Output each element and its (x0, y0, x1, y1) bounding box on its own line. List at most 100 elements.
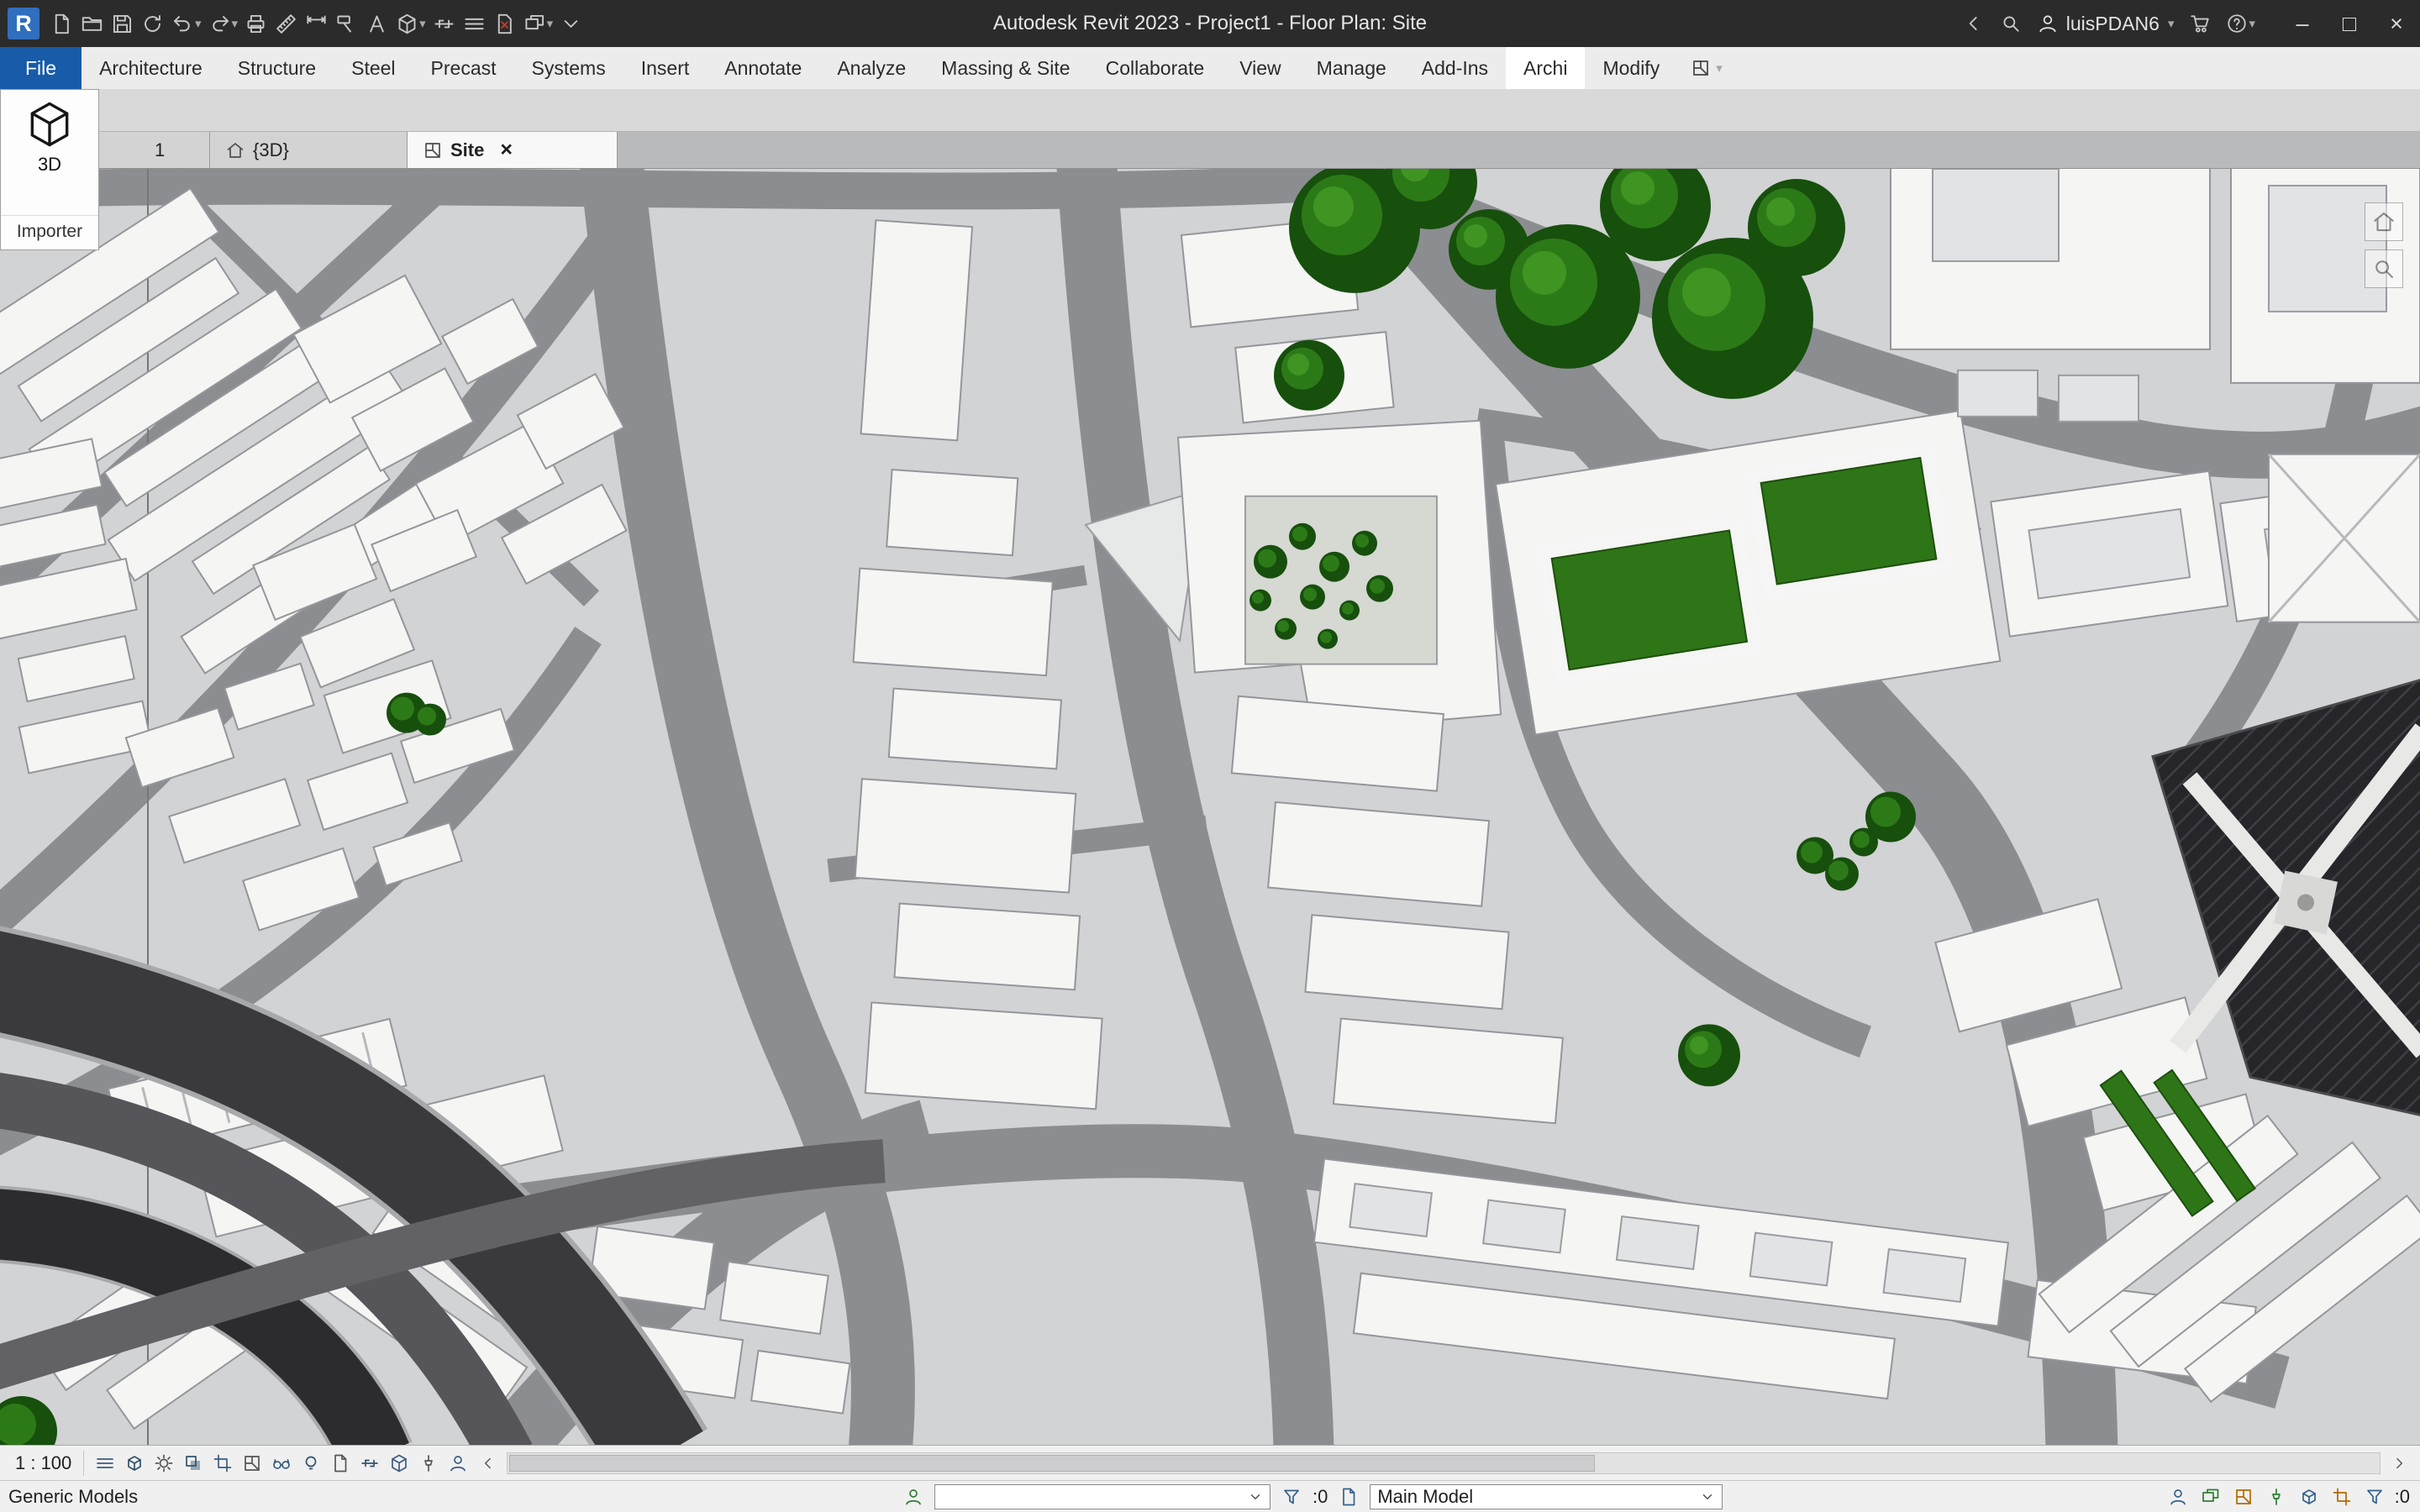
sun-path-icon[interactable] (150, 1450, 177, 1477)
site-plan-map (0, 169, 2420, 1445)
scroll-right-icon[interactable] (2385, 1451, 2413, 1476)
aligned-dimension-icon[interactable] (302, 9, 331, 39)
crop-view-icon[interactable] (209, 1450, 236, 1477)
tab-manage[interactable]: Manage (1299, 47, 1404, 89)
default-3d-view-icon[interactable]: ▾ (393, 9, 429, 39)
reveal-constraints-icon[interactable] (415, 1450, 442, 1477)
window-controls: – □ × (2279, 0, 2420, 47)
ribbon-collapsed-area (0, 89, 2420, 132)
ribbon-tabs-list: Architecture Structure Steel Precast Sys… (82, 47, 1677, 89)
tab-architecture[interactable]: Architecture (82, 47, 220, 89)
thin-lines-icon[interactable] (460, 9, 489, 39)
select-links-icon[interactable] (2198, 1484, 2223, 1509)
revit-logo[interactable]: R (8, 8, 39, 39)
account-menu[interactable]: luisPDAN6 ▾ (2037, 13, 2175, 35)
tab-analyze[interactable]: Analyze (819, 47, 923, 89)
view-tab-site[interactable]: Site × (408, 132, 618, 168)
reveal-hidden-elements-icon[interactable] (297, 1450, 324, 1477)
undo-icon[interactable]: ▾ (169, 9, 204, 39)
select-pinned-icon[interactable] (2264, 1484, 2289, 1509)
floor-plan-icon (423, 140, 443, 160)
quick-access-toolbar: ▾ ▾ (48, 9, 586, 39)
show-crop-region-icon[interactable] (239, 1450, 266, 1477)
section-icon[interactable] (430, 9, 459, 39)
title-bar: R ▾ (0, 0, 2420, 47)
text-icon[interactable] (363, 9, 392, 39)
tab-archi[interactable]: Archi (1506, 47, 1585, 89)
help-icon[interactable]: ▾ (2226, 13, 2255, 34)
worksets-icon[interactable] (901, 1484, 926, 1509)
select-underlay-icon[interactable] (2231, 1484, 2256, 1509)
drawing-area[interactable] (0, 168, 2420, 1445)
importer-3d-button[interactable]: 3D (24, 90, 76, 215)
open-icon[interactable] (78, 9, 107, 39)
file-tab[interactable]: File (0, 47, 82, 89)
cube-3d-icon (24, 98, 76, 150)
tab-modify[interactable]: Modify (1585, 47, 1677, 89)
tab-view[interactable]: View (1222, 47, 1298, 89)
tab-structure[interactable]: Structure (220, 47, 334, 89)
tab-annotate[interactable]: Annotate (707, 47, 819, 89)
temporary-hide-isolate-icon[interactable] (268, 1450, 295, 1477)
navigation-wheel-icon[interactable] (2365, 202, 2403, 241)
ribbon-display-toggle[interactable]: ▾ (1677, 47, 1736, 89)
chevron-down-icon (1700, 1489, 1715, 1504)
switch-windows-icon[interactable]: ▾ (521, 9, 556, 39)
view-tab-3d[interactable]: {3D} (210, 132, 408, 168)
highlight-displacement-sets-icon[interactable] (386, 1450, 413, 1477)
scroll-left-icon[interactable] (474, 1451, 502, 1476)
editable-filter-icon[interactable] (1279, 1484, 1304, 1509)
scrollbar-thumb[interactable] (509, 1455, 1595, 1472)
editable-count: :0 (1313, 1486, 1328, 1508)
select-by-face-icon[interactable] (2296, 1484, 2322, 1509)
drag-on-selection-icon[interactable] (2329, 1484, 2354, 1509)
tab-precast[interactable]: Precast (413, 47, 514, 89)
search-icon[interactable] (2000, 13, 2022, 34)
temporary-view-properties-icon[interactable] (327, 1450, 354, 1477)
navigation-bar (2365, 202, 2403, 288)
filter-icon[interactable] (2362, 1484, 2387, 1509)
design-option-combo[interactable]: Main Model (1370, 1484, 1723, 1509)
design-options-icon[interactable] (1336, 1484, 1361, 1509)
importer-panel-title: Importer (1, 215, 98, 249)
view-tab-1[interactable]: 1 (84, 132, 210, 168)
default-3d-view-icon (225, 140, 245, 160)
zoom-control-icon[interactable] (2365, 249, 2403, 288)
measure-icon[interactable] (272, 9, 301, 39)
close-tab-icon[interactable]: × (500, 138, 513, 162)
minimize-button[interactable]: – (2279, 0, 2326, 47)
tab-steel[interactable]: Steel (334, 47, 413, 89)
print-icon[interactable] (242, 9, 271, 39)
view-control-icons (92, 1450, 471, 1477)
tag-by-category-icon[interactable] (333, 9, 361, 39)
close-button[interactable]: × (2373, 0, 2420, 47)
visual-style-icon[interactable] (121, 1450, 148, 1477)
titlebar-right: luisPDAN6 ▾ ▾ – □ × (1963, 0, 2420, 47)
new-document-icon[interactable] (48, 9, 76, 39)
tab-massing-site[interactable]: Massing & Site (923, 47, 1087, 89)
editable-only-icon[interactable] (2165, 1484, 2191, 1509)
sync-with-central-icon[interactable] (139, 9, 167, 39)
status-hint-text: Generic Models (8, 1486, 138, 1508)
collapse-search-icon[interactable] (1963, 13, 1985, 34)
close-inactive-views-icon[interactable] (491, 9, 519, 39)
customize-qat-icon[interactable] (557, 9, 586, 39)
show-analytical-model-icon[interactable] (356, 1450, 383, 1477)
active-workset-combo[interactable] (934, 1484, 1270, 1509)
tab-systems[interactable]: Systems (514, 47, 623, 89)
tab-add-ins[interactable]: Add-Ins (1404, 47, 1506, 89)
ribbon-state-icon (1691, 58, 1711, 78)
horizontal-scrollbar[interactable] (507, 1452, 2381, 1474)
tab-collaborate[interactable]: Collaborate (1088, 47, 1223, 89)
tab-insert[interactable]: Insert (623, 47, 708, 89)
redo-icon[interactable]: ▾ (206, 9, 241, 39)
view-scale-button[interactable]: 1 : 100 (12, 1451, 84, 1476)
app-store-cart-icon[interactable] (2189, 13, 2211, 34)
maximize-button[interactable]: □ (2326, 0, 2373, 47)
user-name: luisPDAN6 (2066, 13, 2160, 35)
shadows-icon[interactable] (180, 1450, 207, 1477)
status-center: :0 Main Model (901, 1484, 1723, 1509)
save-icon[interactable] (108, 9, 137, 39)
worksharing-display-icon[interactable] (445, 1450, 471, 1477)
detail-level-icon[interactable] (92, 1450, 118, 1477)
